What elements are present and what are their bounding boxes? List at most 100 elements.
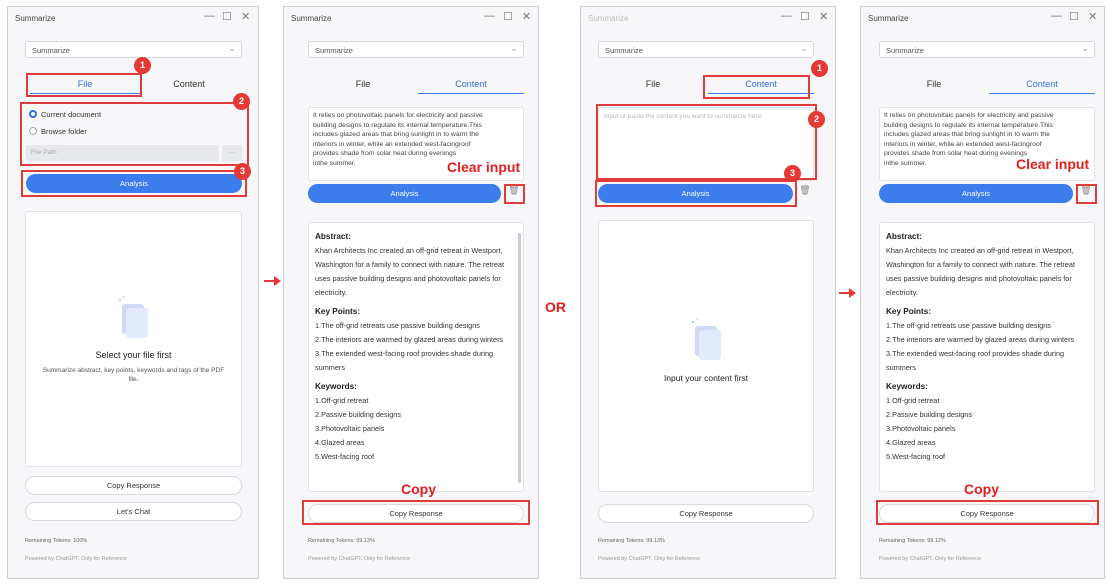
close-icon[interactable]: ✕ xyxy=(1088,10,1097,23)
tab-content[interactable]: Content xyxy=(136,79,242,89)
clear-input-annotation: Clear input xyxy=(447,159,521,175)
mode-dropdown[interactable]: Summarize ⌄ xyxy=(308,41,524,58)
keyword: 3.Photovoltaic panels xyxy=(315,424,385,433)
mode-dropdown-value: Summarize xyxy=(605,46,643,55)
mode-dropdown[interactable]: Summarize ⌄ xyxy=(598,41,814,58)
copy-response-button[interactable]: Copy Response xyxy=(25,476,242,495)
step-badge: 3 xyxy=(784,165,801,182)
mode-dropdown[interactable]: Summarize ⌄ xyxy=(879,41,1095,58)
minimize-icon[interactable]: — xyxy=(484,10,495,22)
mode-dropdown-value: Summarize xyxy=(886,46,924,55)
keyword: 5.West-facing roof xyxy=(315,452,375,461)
or-separator: OR xyxy=(545,299,566,315)
clear-input-annotation: Clear input xyxy=(1016,156,1090,172)
minimize-icon[interactable]: — xyxy=(781,10,792,22)
window-title: Summarize xyxy=(291,14,332,23)
result-card: Abstract: Khan Architects Inc created an… xyxy=(879,222,1095,492)
scrollbar[interactable] xyxy=(518,233,521,483)
minimize-icon[interactable]: — xyxy=(1051,10,1062,22)
remaining-tokens: Remaining Tokens: 99.12% xyxy=(879,538,946,544)
mode-dropdown-value: Summarize xyxy=(32,46,70,55)
step-badge: 3 xyxy=(234,163,251,180)
tab-content[interactable]: Content xyxy=(418,79,524,89)
document-icon xyxy=(691,318,721,360)
title-bar: Summarize — ☐ ✕ xyxy=(581,7,835,31)
tab-content[interactable]: Content xyxy=(989,79,1095,89)
result-text: Abstract: Khan Architects Inc created an… xyxy=(315,230,515,464)
keyword: 1.Off-grid retreat xyxy=(886,396,940,405)
key-point: 2.The interiors are warmed by glazed are… xyxy=(886,335,1075,344)
step-badge: 1 xyxy=(811,60,828,77)
document-icon xyxy=(118,296,148,338)
minimize-icon[interactable]: — xyxy=(204,10,215,22)
close-icon[interactable]: ✕ xyxy=(522,10,531,23)
result-card: Abstract: Khan Architects Inc created an… xyxy=(308,222,524,492)
keyword: 4.Glazed areas xyxy=(886,438,936,447)
empty-state-description: Summarize abstract, key points, keywords… xyxy=(42,367,225,383)
tab-file[interactable]: File xyxy=(598,79,708,89)
highlight-clear-input xyxy=(504,184,525,204)
chevron-down-icon: ⌄ xyxy=(800,43,808,53)
powered-by: Powered by ChatGPT. Only for Reference xyxy=(308,556,411,562)
highlight-content-input xyxy=(596,104,817,180)
remaining-tokens: Remaining Tokens: 99.13% xyxy=(598,538,665,544)
trash-icon[interactable]: 🗑 xyxy=(797,185,813,203)
close-icon[interactable]: ✕ xyxy=(241,10,250,23)
key-point: 1.The off-grid retreats use passive buil… xyxy=(315,321,480,330)
empty-state-title: Select your file first xyxy=(95,350,172,360)
key-point: 3.The extended west-facing roof provides… xyxy=(886,349,1065,372)
title-bar: Summarize — ☐ ✕ xyxy=(8,7,258,31)
window-title: Summarize xyxy=(15,14,56,23)
chevron-down-icon: ⌄ xyxy=(1081,43,1089,53)
highlight-copy xyxy=(302,500,530,525)
analysis-button[interactable]: Analysis xyxy=(308,184,501,203)
abstract-text: Khan Architects Inc created an off-grid … xyxy=(886,246,1076,297)
keyword: 2.Passive building designs xyxy=(315,410,401,419)
tab-file[interactable]: File xyxy=(308,79,418,89)
window-title: Summarize xyxy=(868,14,909,23)
summarize-window-file: Summarize — ☐ ✕ Summarize ⌄ File Content… xyxy=(7,6,259,579)
step-badge: 2 xyxy=(808,111,825,128)
copy-response-button[interactable]: Copy Response xyxy=(598,504,814,523)
analysis-button[interactable]: Analysis xyxy=(879,184,1073,203)
abstract-heading: Abstract: xyxy=(886,232,922,241)
result-placeholder-card: Input your content first xyxy=(598,220,814,492)
step-badge: 2 xyxy=(233,93,250,110)
maximize-icon[interactable]: ☐ xyxy=(800,10,810,23)
keyword: 3.Photovoltaic panels xyxy=(886,424,956,433)
arrow-right-icon xyxy=(264,276,281,286)
summarize-window-content-result: Summarize — ☐ ✕ Summarize ⌄ File Content… xyxy=(860,6,1105,579)
chevron-down-icon: ⌄ xyxy=(510,43,518,53)
highlight-copy xyxy=(876,500,1099,525)
keywords-heading: Keywords: xyxy=(886,382,928,391)
step-badge: 1 xyxy=(134,57,151,74)
keywords-heading: Keywords: xyxy=(315,382,357,391)
arrow-right-icon xyxy=(839,288,856,298)
highlight-file-tab xyxy=(26,73,142,97)
remaining-tokens: Remaining Tokens: 99.13% xyxy=(308,538,375,544)
maximize-icon[interactable]: ☐ xyxy=(222,10,232,23)
tab-content-underline xyxy=(989,93,1095,94)
tab-file[interactable]: File xyxy=(879,79,989,89)
window-title: Summarize xyxy=(588,14,629,23)
close-icon[interactable]: ✕ xyxy=(819,10,828,23)
key-point: 3.The extended west-facing roof provides… xyxy=(315,349,494,372)
result-placeholder-card: Select your file first Summarize abstrac… xyxy=(25,211,242,467)
mode-dropdown[interactable]: Summarize ⌄ xyxy=(25,41,242,58)
keyword: 4.Glazed areas xyxy=(315,438,365,447)
summarize-window-content-input: Summarize — ☐ ✕ Summarize ⌄ File Content… xyxy=(283,6,539,579)
lets-chat-button[interactable]: Let's Chat xyxy=(25,502,242,521)
highlight-analysis xyxy=(21,170,247,197)
maximize-icon[interactable]: ☐ xyxy=(1069,10,1079,23)
keyword: 5.West-facing roof xyxy=(886,452,946,461)
summarize-window-content-empty: Summarize — ☐ ✕ Summarize ⌄ File Content… xyxy=(580,6,836,579)
mode-dropdown-value: Summarize xyxy=(315,46,353,55)
title-bar: Summarize — ☐ ✕ xyxy=(284,7,538,31)
highlight-content-tab xyxy=(703,75,810,99)
powered-by: Powered by ChatGPT. Only for Reference xyxy=(879,556,982,562)
maximize-icon[interactable]: ☐ xyxy=(503,10,513,23)
title-bar: Summarize — ☐ ✕ xyxy=(861,7,1104,31)
key-point: 2.The interiors are warmed by glazed are… xyxy=(315,335,504,344)
chevron-down-icon: ⌄ xyxy=(228,43,236,53)
abstract-heading: Abstract: xyxy=(315,232,351,241)
